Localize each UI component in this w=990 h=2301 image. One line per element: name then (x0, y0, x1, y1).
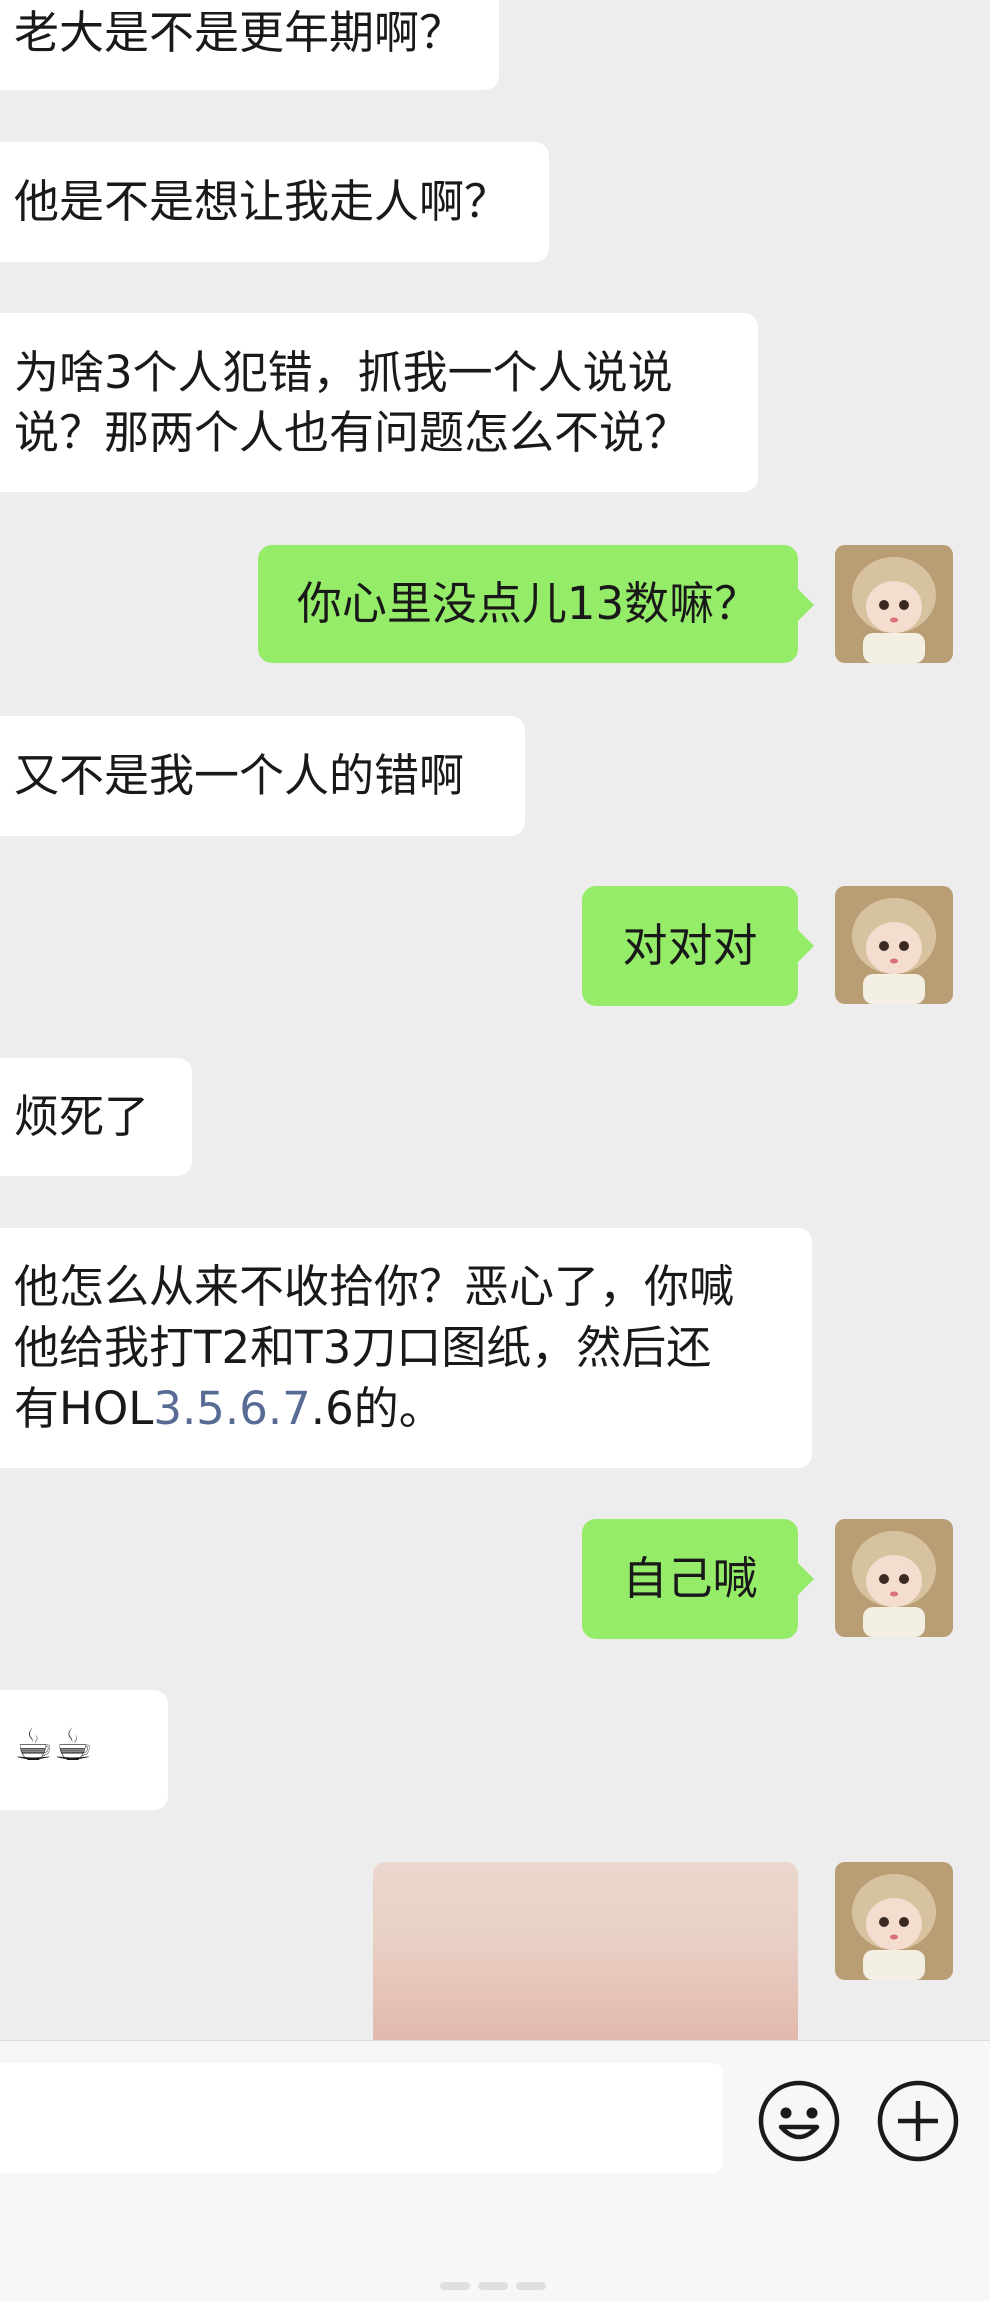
smiley-icon (758, 2080, 840, 2162)
message-text: 说？那两个人也有问题怎么不说？ (14, 406, 690, 459)
doll-avatar-icon (835, 545, 953, 663)
message-input[interactable] (0, 2063, 723, 2173)
coffee-emoji: ☕☕ (14, 1720, 93, 1771)
avatar[interactable] (835, 886, 953, 1004)
message-text: 又不是我一个人的错啊 (14, 749, 465, 802)
message-text: 对对对 (622, 919, 758, 972)
message-text: 他给我打T2和T3刀口图纸，然后还 (14, 1321, 712, 1374)
message-text: 你心里没点儿13数嘛？ (296, 577, 760, 630)
incoming-message[interactable]: 他怎么从来不收拾你？恶心了，你喊 他给我打T2和T3刀口图纸，然后还 有HOL3… (0, 1228, 812, 1468)
outgoing-message[interactable]: 对对对 (582, 886, 814, 1006)
incoming-message[interactable]: 为啥3个人犯错，抓我一个人说说 说？那两个人也有问题怎么不说？ (0, 313, 758, 492)
emoji-button[interactable] (757, 2079, 841, 2163)
avatar[interactable] (835, 545, 953, 663)
avatar[interactable] (835, 1862, 953, 1980)
message-text: 他怎么从来不收拾你？恶心了，你喊 (14, 1260, 735, 1313)
plus-button[interactable] (876, 2079, 960, 2163)
incoming-message[interactable]: 他是不是想让我走人啊？ (0, 142, 549, 262)
outgoing-message[interactable]: 你心里没点儿13数嘛？ (258, 545, 814, 663)
input-bar (0, 2040, 990, 2301)
avatar[interactable] (835, 1519, 953, 1637)
plus-icon (877, 2080, 959, 2162)
doll-avatar-icon (835, 886, 953, 1004)
doll-avatar-icon (835, 1519, 953, 1637)
message-text: 烦死了 (14, 1090, 150, 1143)
incoming-message[interactable]: ☕☕ (0, 1690, 168, 1810)
message-text: 自己喊 (622, 1552, 758, 1605)
incoming-message[interactable]: 老大是不是更年期啊？ (0, 0, 499, 90)
message-text: 为啥3个人犯错，抓我一个人说说 (14, 346, 673, 399)
home-indicator (0, 2279, 990, 2293)
incoming-message[interactable]: 又不是我一个人的错啊 (0, 716, 525, 836)
message-text: 老大是不是更年期啊？ (14, 6, 465, 59)
image-message[interactable] (373, 1862, 798, 2040)
chat-area: 老大是不是更年期啊？ 他是不是想让我走人啊？ 为啥3个人犯错，抓我一个人说说 说… (0, 0, 990, 2040)
number-link[interactable]: 3.5.6.7 (153, 1382, 310, 1435)
outgoing-message[interactable]: 自己喊 (582, 1519, 814, 1639)
doll-avatar-icon (835, 1862, 953, 1980)
message-text: 他是不是想让我走人啊？ (14, 175, 510, 228)
message-text-last-line: 有HOL3.5.6.7.6的。 (14, 1382, 444, 1435)
incoming-message[interactable]: 烦死了 (0, 1058, 192, 1176)
watermark-dots-icon (440, 2282, 546, 2290)
